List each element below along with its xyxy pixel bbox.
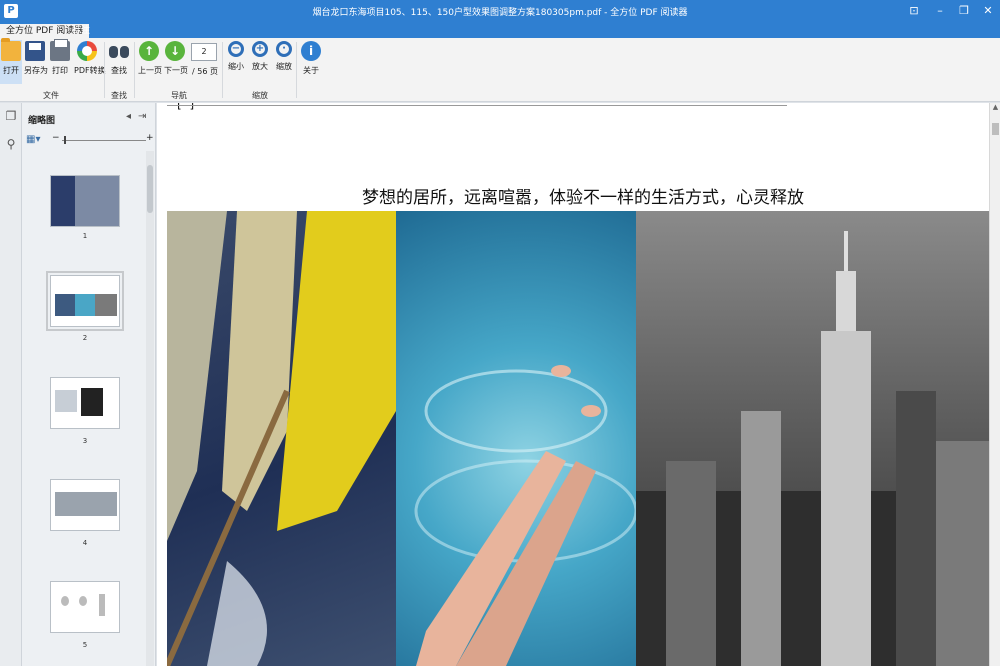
ribbon-toolbar: 打开 另存为 打印 PDF转换 文件 查找 查找 ↑ 上一页 ↓ 下一页 2 /… <box>0 38 1000 102</box>
zoom-out-label: 缩小 <box>228 62 244 71</box>
pdf-convert-label: PDF转换 <box>74 66 106 75</box>
pdf-convert-button[interactable]: PDF转换 <box>74 40 106 84</box>
enlarge-icon[interactable]: + <box>146 133 154 143</box>
thumbnail-options-icon[interactable]: ▦▾ <box>26 134 40 145</box>
group-label-find: 查找 <box>111 91 127 100</box>
page-total: / 56 页 <box>192 67 218 76</box>
zoom-in-label: 放大 <box>252 62 268 71</box>
pin-icon[interactable]: ⊡ <box>906 3 922 19</box>
thumbnails-panel-icon[interactable]: ❐ <box>4 109 18 125</box>
find-label: 查找 <box>111 66 127 75</box>
zoom-out-button[interactable]: − 缩小 <box>226 40 246 84</box>
restore-button[interactable]: ❐ <box>956 3 972 19</box>
ribbon-separator <box>104 42 105 98</box>
about-label: 关于 <box>303 66 319 75</box>
dock-panel-icon[interactable]: ⇥ <box>138 111 146 122</box>
open-button[interactable]: 打开 <box>0 38 22 84</box>
close-button[interactable]: ✕ <box>980 3 996 19</box>
page-thumbnail[interactable] <box>50 479 120 531</box>
thumbnail-page-number: 3 <box>82 437 88 445</box>
print-label: 打印 <box>52 66 68 75</box>
info-icon: i <box>301 41 321 61</box>
group-label-nav: 导航 <box>171 91 187 100</box>
zoom-button[interactable]: · 缩放 <box>274 40 294 84</box>
prev-page-button[interactable]: ↑ 上一页 <box>138 40 162 84</box>
folder-icon <box>1 38 21 61</box>
divider <box>167 105 787 106</box>
group-label-file: 文件 <box>43 91 59 100</box>
thumbnail-list: 1 2 3 4 5 <box>22 151 146 666</box>
zoom-in-button[interactable]: + 放大 <box>250 40 270 84</box>
page-thumbnail[interactable] <box>50 581 120 633</box>
page-thumbnail[interactable] <box>50 175 120 227</box>
page-thumbnail[interactable] <box>46 271 124 331</box>
slider-handle[interactable] <box>64 136 66 144</box>
ribbon-tabs: 全方位 PDF 阅读器 标注 <box>0 22 1000 38</box>
document-scrollbar[interactable]: ▲ <box>989 103 1000 666</box>
zoom-out-icon: − <box>228 41 244 57</box>
thumbnail-panel: 缩略图 ◂ ⇥ ▦▾ − + 1 2 3 4 5 <box>22 103 156 666</box>
attachment-icon[interactable]: ⚲ <box>4 137 18 153</box>
print-button[interactable]: 打印 <box>50 39 70 84</box>
scroll-up-icon[interactable]: ▲ <box>991 103 1000 113</box>
printer-icon <box>50 39 70 61</box>
sailboat-photo <box>167 211 396 666</box>
prev-page-label: 上一页 <box>138 66 162 75</box>
thumbnail-page-number: 5 <box>82 641 88 649</box>
find-button[interactable]: 查找 <box>108 40 130 84</box>
arrow-up-icon: ↑ <box>139 41 159 61</box>
save-as-button[interactable]: 另存为 <box>24 40 48 84</box>
zoom-icon: · <box>276 41 292 57</box>
binoculars-icon <box>109 41 129 61</box>
save-as-label: 另存为 <box>24 66 48 75</box>
thumbnail-panel-title: 缩略图 <box>28 116 56 126</box>
shrink-icon[interactable]: − <box>52 133 60 143</box>
about-button[interactable]: i 关于 <box>300 40 322 84</box>
collapse-panel-icon[interactable]: ◂ <box>126 111 131 122</box>
page-headline: 梦想的居所，远离喧嚣，体验不一样的生活方式，心灵释放 <box>362 188 804 208</box>
ribbon-separator <box>296 42 297 98</box>
page-thumbnail[interactable] <box>50 377 120 429</box>
group-label-zoom: 缩放 <box>252 91 268 100</box>
thumbnail-page-number: 1 <box>82 232 88 240</box>
thumbnail-scrollbar[interactable] <box>146 151 154 666</box>
pdf-convert-icon <box>77 41 97 61</box>
tab-annotate[interactable]: 标注 <box>66 24 96 38</box>
page-number-input[interactable]: 2 <box>191 43 217 61</box>
scrollbar-thumb[interactable] <box>147 165 153 213</box>
thumbnail-size-slider[interactable] <box>62 140 146 141</box>
ribbon-separator <box>222 42 223 98</box>
next-page-button[interactable]: ↓ 下一页 <box>164 40 188 84</box>
thumbnail-page-number: 4 <box>82 539 88 547</box>
pool-photo <box>396 211 636 666</box>
city-skyline-photo <box>636 211 989 666</box>
thumbnail-page-number: 2 <box>82 334 88 342</box>
next-page-label: 下一页 <box>164 66 188 75</box>
save-icon <box>25 41 45 61</box>
scrollbar-thumb[interactable] <box>992 123 999 135</box>
zoom-label: 缩放 <box>276 62 292 71</box>
minimize-button[interactable]: – <box>932 3 948 19</box>
thumbnail-toolbar: ▦▾ − + <box>26 133 154 147</box>
zoom-in-icon: + <box>252 41 268 57</box>
photo-collage <box>167 211 989 666</box>
window-title: 烟台龙口东海项目105、115、150户型效果图调整方案180305pm.pdf… <box>312 8 688 18</box>
arrow-down-icon: ↓ <box>165 41 185 61</box>
open-label: 打开 <box>3 66 19 75</box>
title-bar: P 烟台龙口东海项目105、115、150户型效果图调整方案180305pm.p… <box>0 0 1000 22</box>
side-rail: ❐ ⚲ <box>0 103 22 666</box>
ribbon-separator <box>134 42 135 98</box>
document-view[interactable]: [ ] 梦想的居所，远离喧嚣，体验不一样的生活方式，心灵释放 <box>157 103 989 666</box>
